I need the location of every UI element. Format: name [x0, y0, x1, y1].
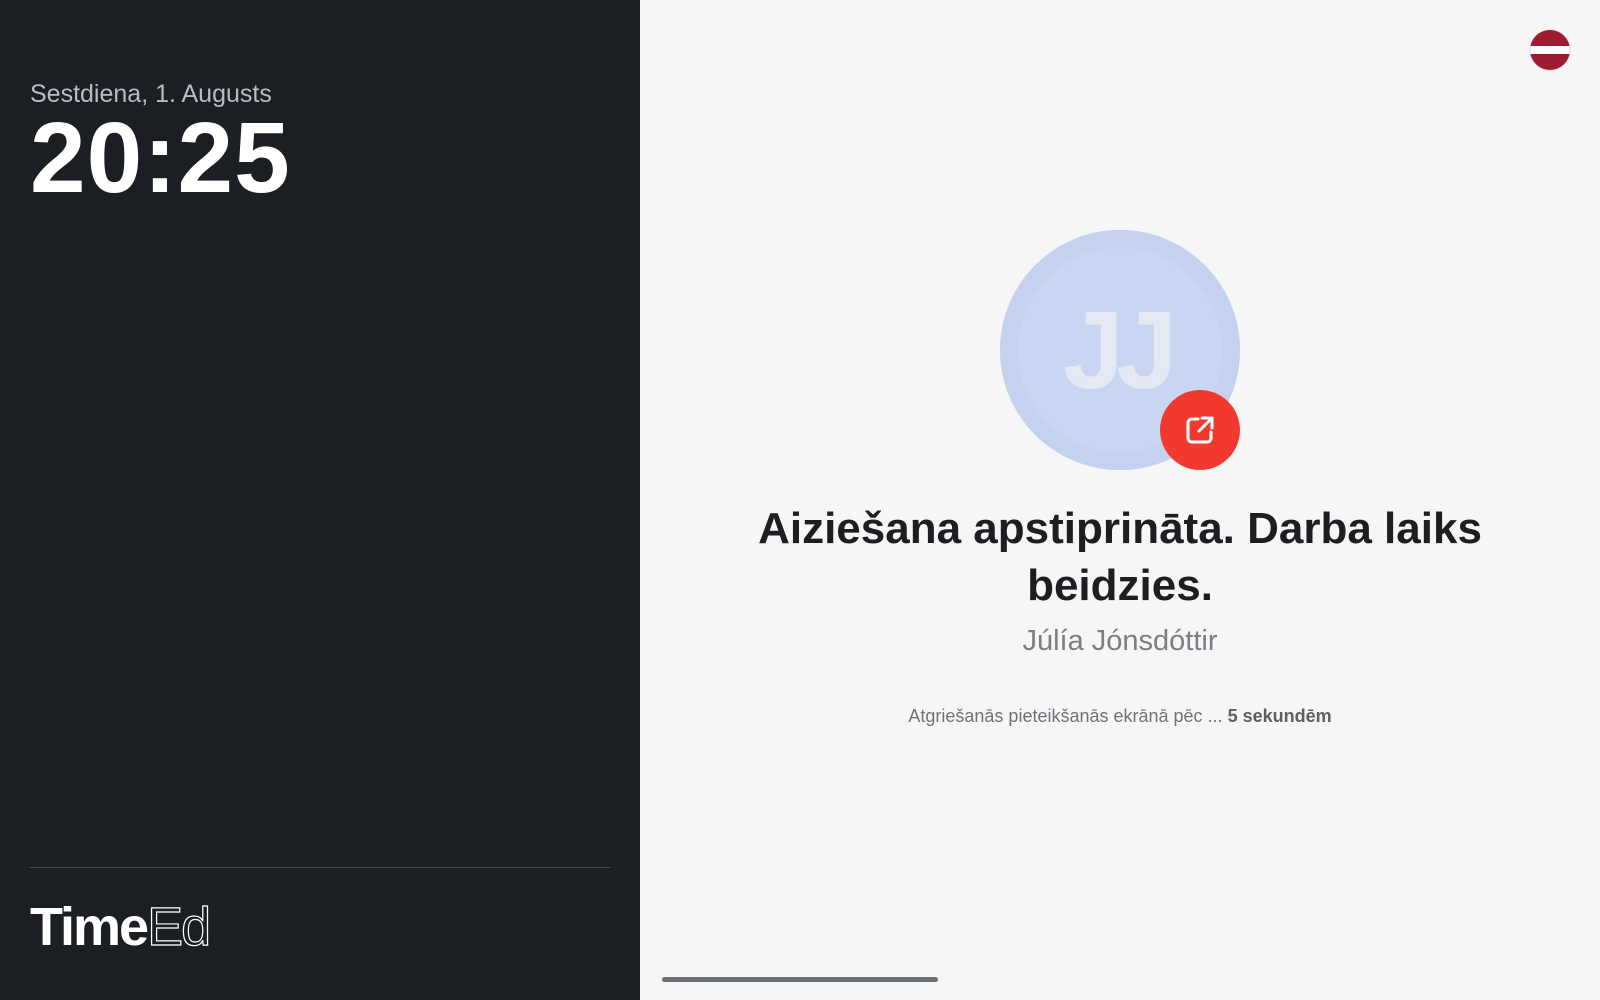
- app-root: Sestdiena, 1. Augusts 20:25 TimeEd JJ Ai…: [0, 0, 1600, 1000]
- countdown-prefix: Atgriešanās pieteikšanās ekrānā pēc ...: [908, 706, 1223, 726]
- redirect-countdown: Atgriešanās pieteikšanās ekrānā pēc ... …: [640, 706, 1600, 727]
- flag-stripe: [1530, 46, 1570, 54]
- confirmation-headline: Aiziešana apstiprināta. Darba laiks beid…: [758, 504, 1482, 610]
- home-indicator[interactable]: [662, 977, 938, 982]
- avatar-container: JJ: [1000, 230, 1240, 470]
- logo-thin-text: Ed: [146, 897, 211, 957]
- external-link-icon: [1186, 416, 1214, 444]
- avatar-initials: JJ: [1062, 288, 1177, 412]
- main-panel: JJ Aiziešana apstiprināta. Darba laiks b…: [640, 0, 1600, 1000]
- employee-name: Júlía Jónsdóttir: [1022, 625, 1218, 657]
- logo-bold-text: Time: [30, 897, 149, 957]
- countdown-value: 5 sekundēm: [1227, 706, 1332, 726]
- sidebar-divider: [30, 867, 610, 868]
- current-time: 20:25: [30, 102, 291, 214]
- checkout-badge: [1160, 390, 1240, 470]
- timeed-logo: TimeEd: [30, 897, 212, 957]
- latvia-flag-icon[interactable]: [1530, 30, 1570, 70]
- sidebar-panel: Sestdiena, 1. Augusts 20:25 TimeEd: [0, 0, 640, 1000]
